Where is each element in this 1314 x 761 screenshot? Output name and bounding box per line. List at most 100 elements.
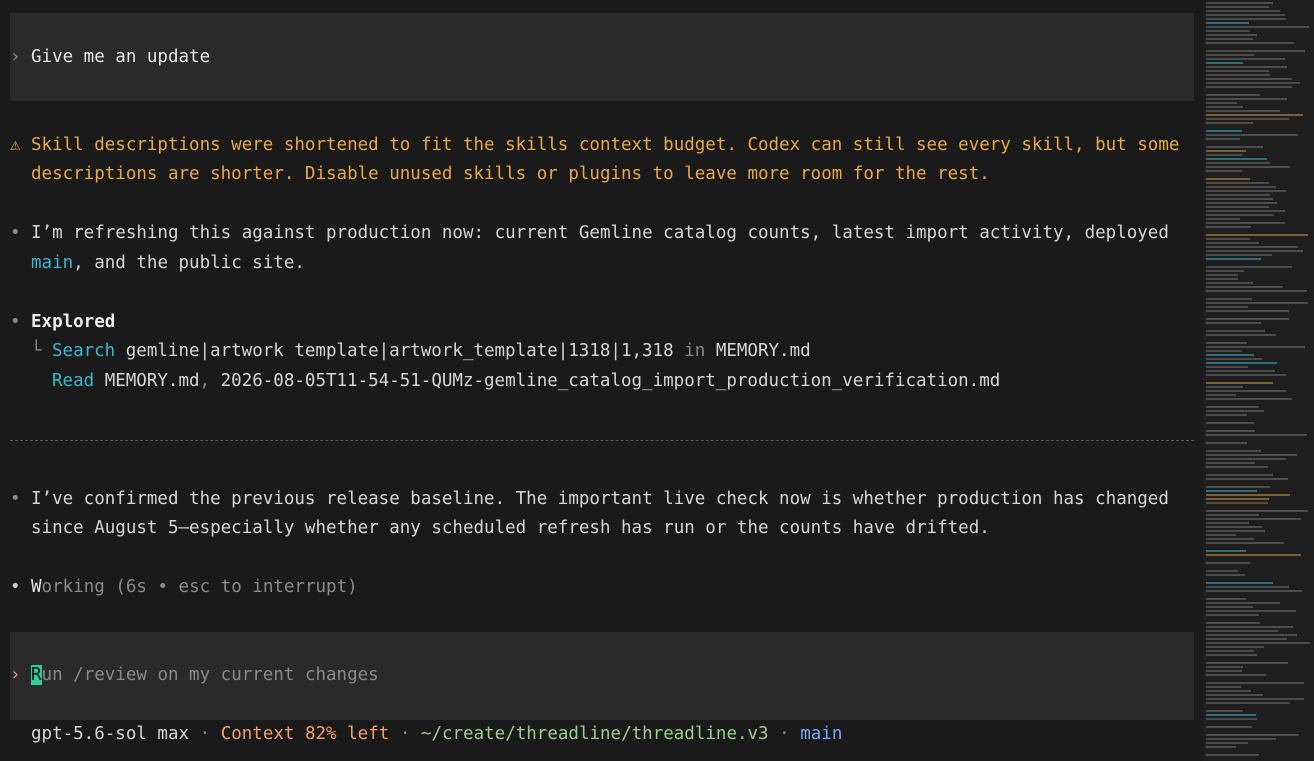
minimap-line [1206,102,1237,104]
minimap-line [1206,222,1285,224]
minimap-line [1206,6,1269,8]
minimap-line [1206,486,1270,488]
minimap-line [1206,526,1262,528]
minimap-line [1206,626,1293,628]
minimap-line [1206,218,1240,220]
minimap-line [1206,2,1273,4]
minimap-line [1206,282,1253,284]
scroll-minimap[interactable] [1203,0,1314,761]
minimap-line [1206,466,1268,468]
minimap-line [1206,258,1261,260]
bullet-icon: • [10,489,21,509]
minimap-line [1206,106,1243,108]
minimap-line [1206,562,1250,564]
composer-prompt-icon: › [10,665,21,685]
minimap-line [1206,354,1254,356]
minimap-line [1206,718,1257,720]
search-query: gemline|artwork template|artwork_templat… [125,341,674,361]
minimap-line [1206,502,1268,504]
minimap-line [1206,634,1297,636]
working-bullet-icon: • [10,577,21,597]
minimap-line [1206,462,1255,464]
minimap-line [1206,422,1254,424]
minimap-line [1206,114,1303,116]
assistant-message-2-line-1: I’ve confirmed the previous release base… [31,489,1169,509]
minimap-line [1206,78,1292,80]
bullet-icon: • [10,223,21,243]
assistant-message-2-line-2: since August 5—especially whether any sc… [31,518,990,538]
minimap-line [1206,698,1304,700]
composer-input[interactable]: Run /review on my current changes [31,660,379,690]
minimap-line [1206,498,1269,500]
minimap-line [1206,322,1261,324]
minimap-line [1206,150,1246,152]
tree-branch-icon: └ [31,341,42,361]
minimap-line [1206,198,1273,200]
search-file: MEMORY.md [715,341,811,361]
read-label: Read [52,371,95,391]
minimap-line [1206,410,1264,412]
minimap-line [1206,638,1287,640]
minimap-line [1206,370,1275,372]
status-footer: gpt-5.6-sol max · Context 82% left · ~/c… [31,724,843,744]
minimap-line [1206,682,1304,684]
minimap-line [1206,602,1280,604]
minimap-line [1206,62,1243,64]
minimap-line [1206,70,1269,72]
minimap-line [1206,286,1283,288]
minimap-line [1206,94,1260,96]
minimap-line [1206,366,1248,368]
minimap-line [1206,130,1242,132]
minimap-line [1206,170,1242,172]
search-label: Search [52,341,116,361]
text-cursor: R [31,665,42,685]
minimap-line [1206,274,1238,276]
minimap-line [1206,278,1238,280]
minimap-line [1206,674,1266,676]
composer[interactable]: › Run /review on my current changes [10,632,1194,720]
minimap-line [1206,382,1273,384]
minimap-line [1206,494,1290,496]
minimap-line [1206,82,1300,84]
minimap-line [1206,450,1261,452]
minimap-line [1206,474,1273,476]
minimap-line [1206,478,1288,480]
prompt-marker: › [10,47,21,67]
minimap-line [1206,406,1259,408]
composer-placeholder: un /review on my current changes [41,665,379,685]
minimap-line [1206,394,1236,396]
minimap-line [1206,586,1289,588]
minimap-line [1206,202,1277,204]
minimap-line [1206,746,1236,748]
explored-search-row: Search gemline|artwork template|artwork_… [52,341,811,361]
terminal-transcript: › Give me an update ⚠ Skill descriptions… [0,0,1200,761]
minimap-line [1206,18,1286,20]
minimap-line [1206,362,1277,364]
minimap-line [1206,670,1242,672]
minimap-line [1206,346,1305,348]
minimap-line [1206,542,1284,544]
minimap-line [1206,518,1301,520]
minimap-line [1206,34,1257,36]
minimap-line [1206,26,1309,28]
turn-divider [10,440,1194,441]
explored-read-row: Read MEMORY.md, 2026-08-05T11-54-51-QUMz… [52,371,1001,391]
minimap-line [1206,310,1289,312]
minimap-line [1206,166,1290,168]
minimap-line [1206,210,1285,212]
minimap-line [1206,414,1247,416]
minimap-line [1206,226,1251,228]
minimap-line [1206,570,1238,572]
assistant-message-1-line-1: I’m refreshing this against production n… [31,223,1169,243]
minimap-line [1206,510,1308,512]
minimap-line [1206,590,1302,592]
minimap-line [1206,194,1270,196]
minimap-line [1206,714,1256,716]
minimap-line [1206,390,1286,392]
explored-title: Explored [31,312,116,332]
minimap-line [1206,54,1254,56]
minimap-line [1206,522,1249,524]
minimap-line [1206,14,1285,16]
minimap-line [1206,454,1297,456]
minimap-line [1206,374,1286,376]
